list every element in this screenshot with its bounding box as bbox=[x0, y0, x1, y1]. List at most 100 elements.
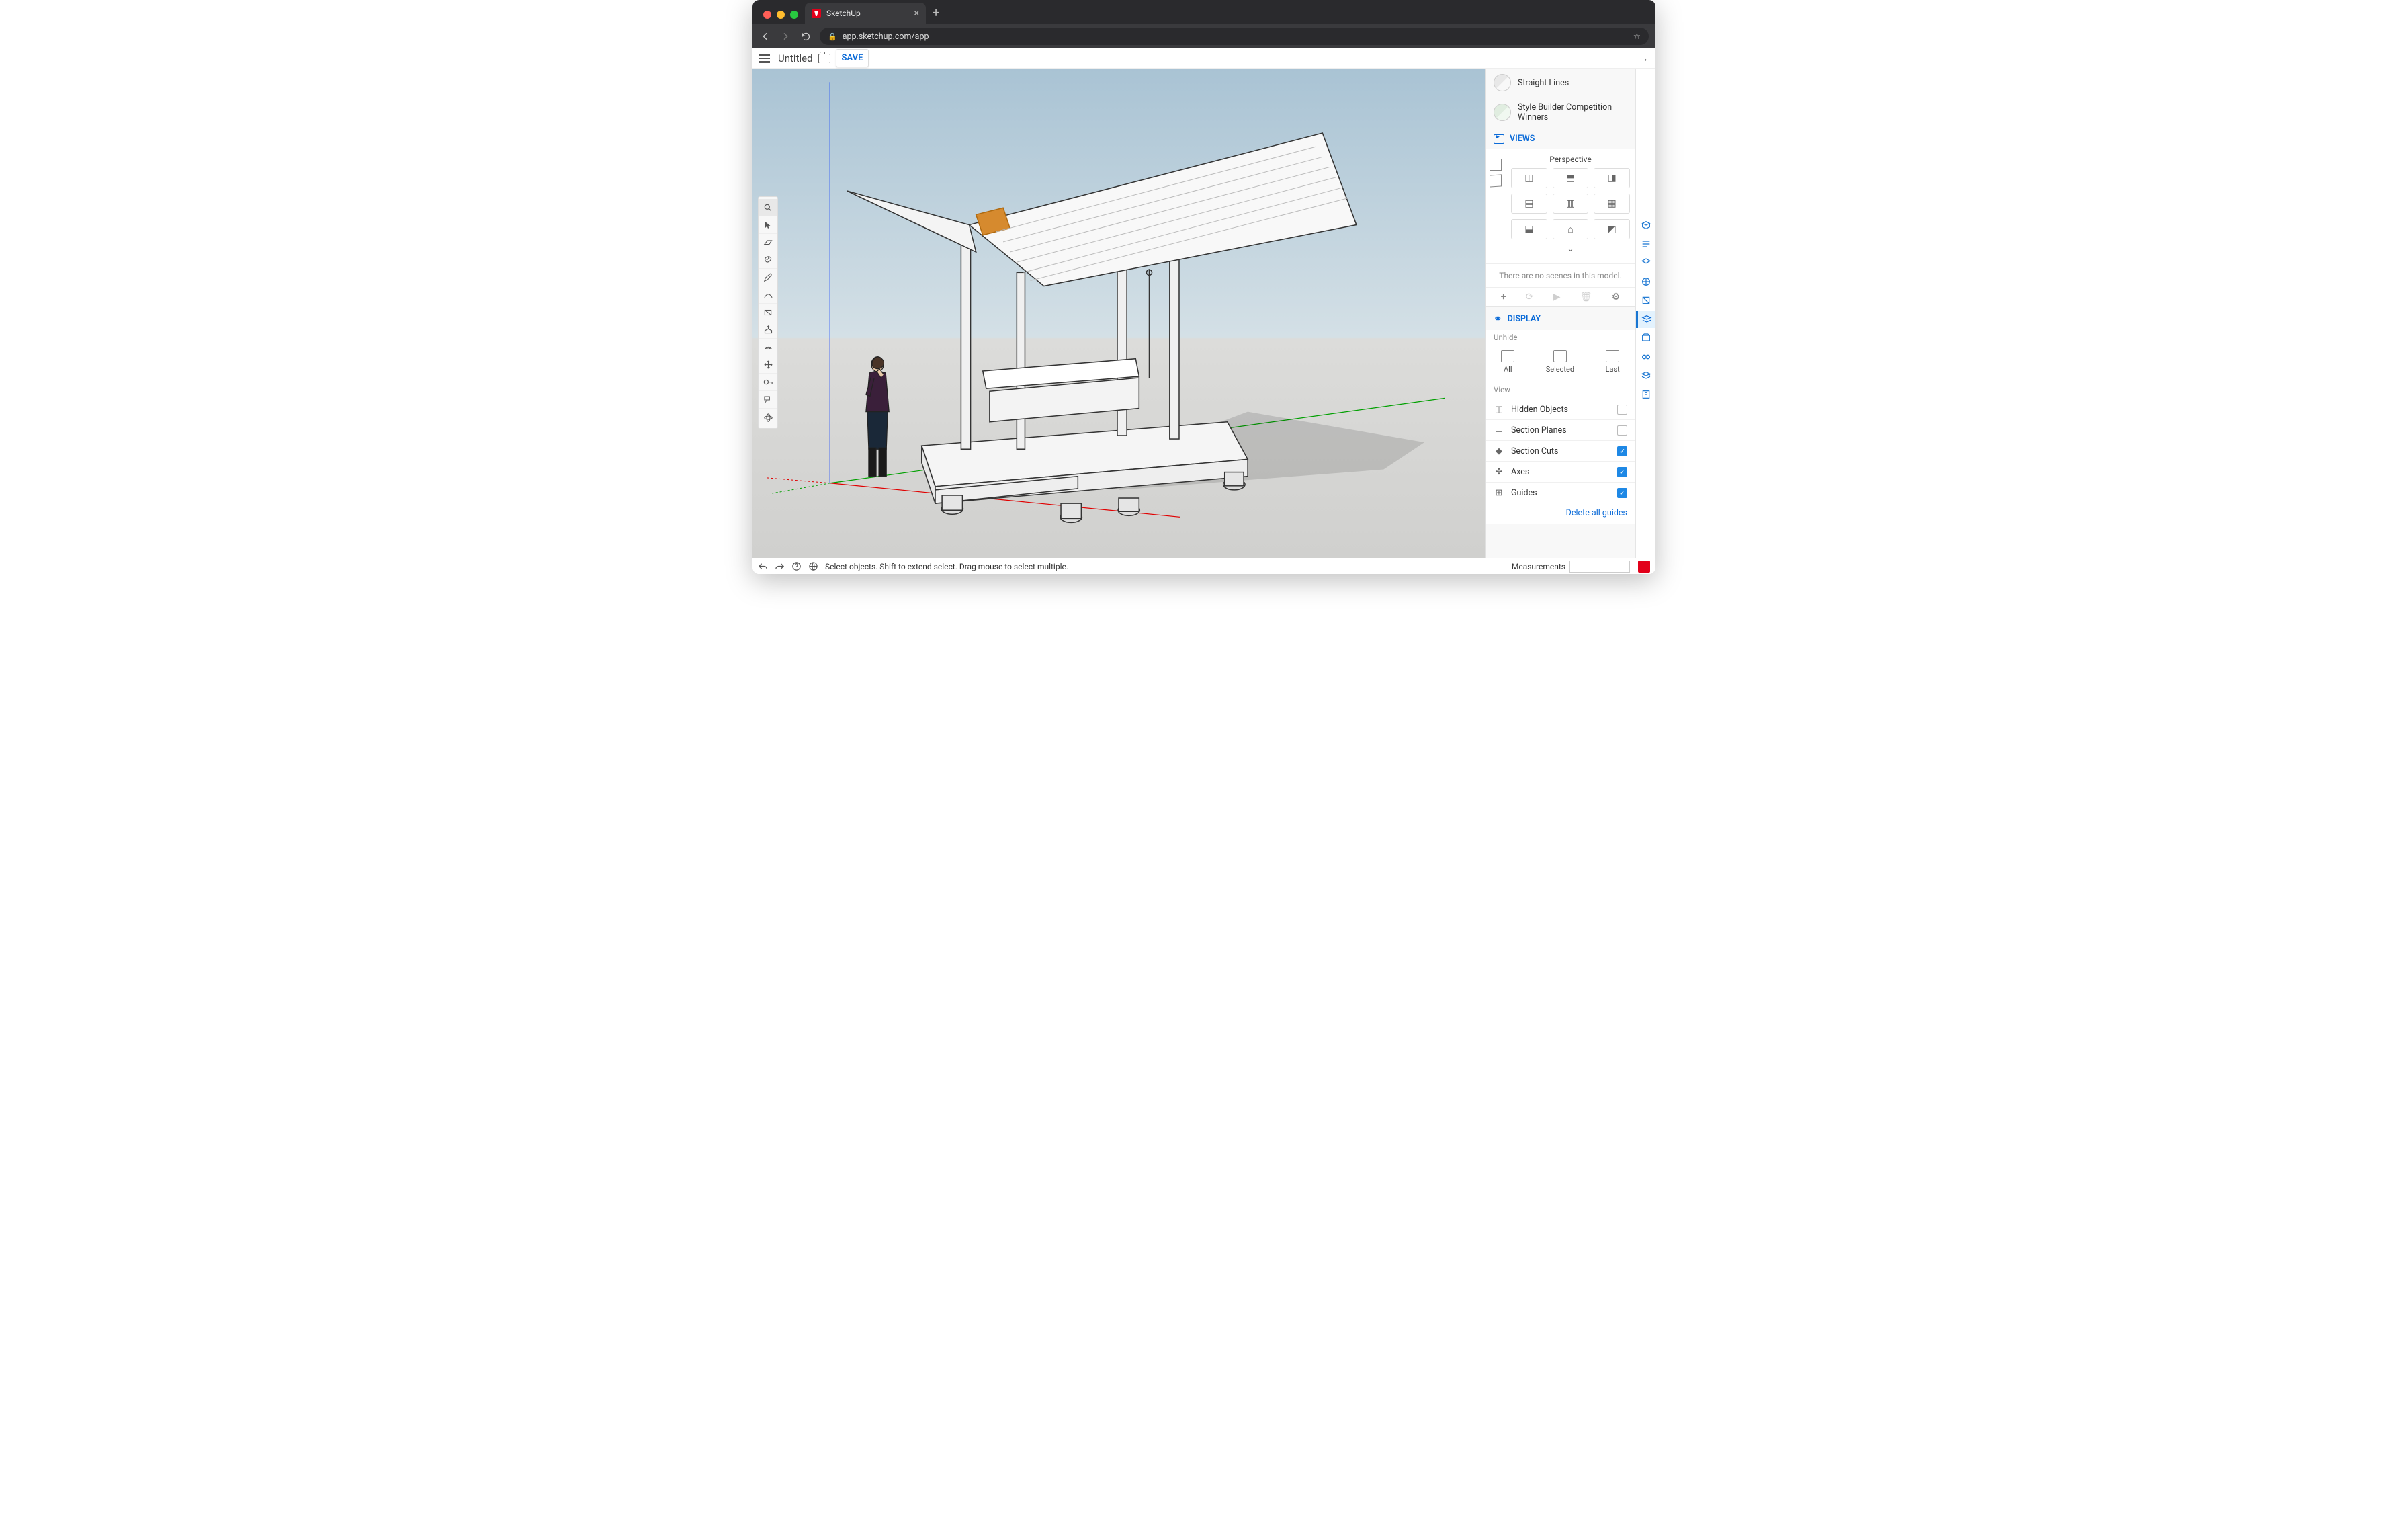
redo-icon[interactable] bbox=[775, 562, 785, 571]
scale-figure bbox=[866, 357, 889, 477]
top-view-icon[interactable]: ⬒ bbox=[1553, 168, 1589, 188]
display-panel-header[interactable]: ⚭ DISPLAY bbox=[1486, 306, 1635, 330]
style-thumb-icon bbox=[1494, 74, 1511, 91]
display-tray-icon[interactable] bbox=[1636, 348, 1656, 366]
unhide-all-icon bbox=[1501, 350, 1514, 362]
new-tab-button[interactable]: + bbox=[926, 6, 946, 24]
expand-views-icon[interactable]: ⌄ bbox=[1511, 239, 1630, 258]
option-label: Section Planes bbox=[1511, 425, 1567, 436]
option-checkbox[interactable]: ✓ bbox=[1617, 467, 1627, 477]
orbit-tool-icon[interactable] bbox=[759, 409, 777, 426]
style-item[interactable]: Style Builder Competition Winners bbox=[1486, 97, 1635, 128]
style-item[interactable]: Straight Lines bbox=[1486, 69, 1635, 97]
view-mode-tabs[interactable] bbox=[1486, 155, 1506, 258]
option-label: Hidden Objects bbox=[1511, 405, 1568, 415]
viewport-3d[interactable] bbox=[752, 69, 1485, 558]
back-button[interactable] bbox=[759, 30, 771, 42]
display-option-row[interactable]: ⊞ Guides ✓ bbox=[1486, 482, 1635, 503]
offset-tool-icon[interactable] bbox=[759, 339, 777, 356]
status-hint: Select objects. Shift to extend select. … bbox=[825, 562, 1068, 571]
display-option-row[interactable]: ▭ Section Planes bbox=[1486, 419, 1635, 440]
outliner-tray-icon[interactable] bbox=[1636, 386, 1656, 403]
display-icon: ⚭ bbox=[1494, 313, 1502, 325]
address-bar[interactable]: 🔒 app.sketchup.com/app ☆ bbox=[820, 28, 1649, 45]
close-window-icon[interactable] bbox=[763, 11, 771, 19]
components-tray-icon[interactable] bbox=[1636, 254, 1656, 272]
views-panel-header[interactable]: VIEWS bbox=[1486, 128, 1635, 149]
style-label: Style Builder Competition Winners bbox=[1518, 102, 1627, 122]
display-option-row[interactable]: ◆ Section Cuts ✓ bbox=[1486, 440, 1635, 461]
help-icon[interactable] bbox=[791, 561, 802, 571]
styles-tray-icon[interactable] bbox=[1636, 292, 1656, 309]
sketchup-logo-icon bbox=[1638, 561, 1650, 573]
expand-panel-icon[interactable]: → bbox=[1638, 52, 1651, 65]
display-option-row[interactable]: ◫ Hidden Objects bbox=[1486, 399, 1635, 419]
close-tab-icon[interactable]: × bbox=[914, 8, 919, 19]
eraser-tool-icon[interactable] bbox=[759, 234, 777, 251]
view-icon[interactable]: ⌂ bbox=[1553, 219, 1589, 239]
parallel-tab-icon[interactable] bbox=[1490, 174, 1502, 187]
play-scene-icon[interactable]: ▶ bbox=[1553, 292, 1561, 302]
iso-view-icon[interactable]: ◫ bbox=[1511, 168, 1547, 188]
menu-button[interactable] bbox=[757, 52, 773, 65]
view-section-label: View bbox=[1486, 382, 1635, 399]
entity-info-tray-icon[interactable] bbox=[1636, 216, 1656, 234]
arc-tool-icon[interactable] bbox=[759, 286, 777, 304]
view-icon[interactable]: ◩ bbox=[1594, 219, 1630, 239]
reload-button[interactable] bbox=[800, 30, 812, 42]
bookmark-icon[interactable]: ☆ bbox=[1633, 31, 1641, 42]
unhide-last-button[interactable]: Last bbox=[1606, 350, 1620, 374]
browser-chrome: SketchUp × + 🔒 app.sketchup.com/app ☆ bbox=[752, 0, 1656, 48]
pencil-tool-icon[interactable] bbox=[759, 269, 777, 286]
update-scene-icon[interactable]: ⟳ bbox=[1526, 292, 1534, 302]
rectangle-tool-icon[interactable] bbox=[759, 304, 777, 321]
right-panel: Straight Lines Style Builder Competition… bbox=[1485, 69, 1635, 558]
view-icon[interactable]: ⬓ bbox=[1511, 219, 1547, 239]
search-tool-icon[interactable] bbox=[759, 199, 777, 216]
move-tool-icon[interactable] bbox=[759, 356, 777, 374]
perspective-tab-icon[interactable] bbox=[1490, 159, 1502, 171]
maximize-window-icon[interactable] bbox=[790, 11, 798, 19]
scene-settings-icon[interactable]: ⚙ bbox=[1612, 292, 1621, 302]
tape-tool-icon[interactable] bbox=[759, 374, 777, 391]
front-view-icon[interactable]: ◨ bbox=[1594, 168, 1630, 188]
option-checkbox[interactable] bbox=[1617, 405, 1627, 415]
minimize-window-icon[interactable] bbox=[777, 11, 785, 19]
display-option-row[interactable]: ✢ Axes ✓ bbox=[1486, 461, 1635, 482]
tags-tray-icon[interactable] bbox=[1636, 367, 1656, 384]
forward-button[interactable] bbox=[779, 30, 791, 42]
option-checkbox[interactable]: ✓ bbox=[1617, 488, 1627, 498]
browser-tab[interactable]: SketchUp × bbox=[805, 3, 926, 24]
unhide-selected-button[interactable]: Selected bbox=[1546, 350, 1574, 374]
back-view-icon[interactable]: ▥ bbox=[1553, 194, 1589, 214]
add-scene-icon[interactable]: + bbox=[1501, 292, 1506, 302]
pushpull-tool-icon[interactable] bbox=[759, 321, 777, 339]
geo-icon[interactable] bbox=[808, 561, 818, 571]
save-button[interactable]: SAVE bbox=[836, 49, 869, 67]
paint-tool-icon[interactable] bbox=[759, 251, 777, 269]
text-tool-icon[interactable] bbox=[759, 391, 777, 409]
option-icon: ▭ bbox=[1494, 425, 1504, 436]
layers-tray-icon[interactable] bbox=[1636, 311, 1656, 328]
display-options-list: ◫ Hidden Objects ▭ Section Planes ◆ Sect… bbox=[1486, 399, 1635, 503]
delete-scene-icon[interactable]: 🗑 bbox=[1580, 292, 1592, 302]
materials-tray-icon[interactable] bbox=[1636, 273, 1656, 290]
status-bar: Select objects. Shift to extend select. … bbox=[752, 558, 1656, 574]
option-icon: ◆ bbox=[1494, 446, 1504, 456]
delete-guides-link[interactable]: Delete all guides bbox=[1486, 503, 1635, 524]
option-checkbox[interactable]: ✓ bbox=[1617, 446, 1627, 456]
select-tool-icon[interactable] bbox=[759, 216, 777, 234]
axes-overlay bbox=[752, 69, 1485, 558]
undo-icon[interactable] bbox=[758, 562, 768, 571]
scenes-tray-icon[interactable] bbox=[1636, 329, 1656, 347]
measurements-input[interactable] bbox=[1570, 561, 1630, 573]
window-controls[interactable] bbox=[759, 11, 805, 24]
option-checkbox[interactable] bbox=[1617, 425, 1627, 436]
left-view-icon[interactable]: ▦ bbox=[1594, 194, 1630, 214]
right-view-icon[interactable]: ▤ bbox=[1511, 194, 1547, 214]
folder-icon[interactable] bbox=[818, 54, 830, 63]
unhide-all-button[interactable]: All bbox=[1501, 350, 1514, 374]
lock-icon: 🔒 bbox=[828, 32, 837, 41]
option-icon: ✢ bbox=[1494, 466, 1504, 477]
instructor-tray-icon[interactable] bbox=[1636, 235, 1656, 253]
